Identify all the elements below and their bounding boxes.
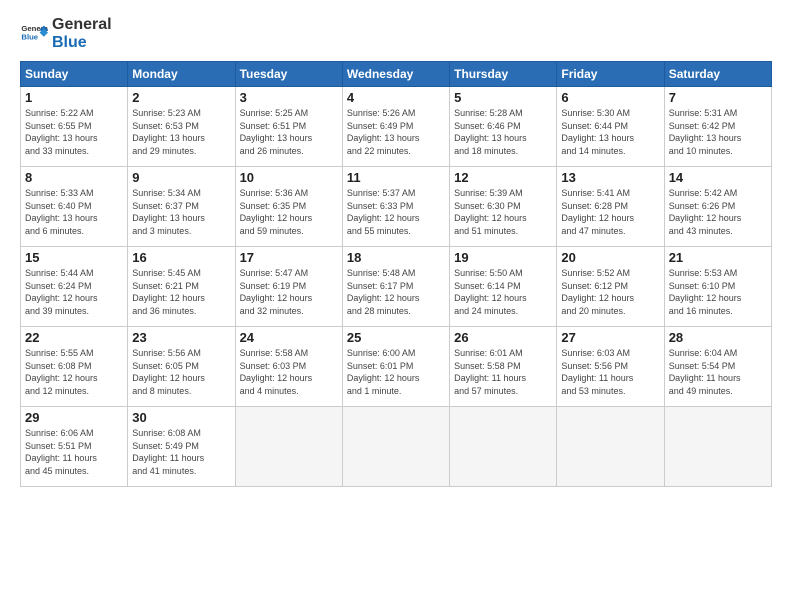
- calendar-day-4: 4Sunrise: 5:26 AMSunset: 6:49 PMDaylight…: [342, 87, 449, 167]
- calendar-day-3: 3Sunrise: 5:25 AMSunset: 6:51 PMDaylight…: [235, 87, 342, 167]
- header-tuesday: Tuesday: [235, 62, 342, 87]
- header: General Blue General Blue: [20, 16, 772, 51]
- calendar-day-18: 18Sunrise: 5:48 AMSunset: 6:17 PMDayligh…: [342, 247, 449, 327]
- header-saturday: Saturday: [664, 62, 771, 87]
- calendar-day-12: 12Sunrise: 5:39 AMSunset: 6:30 PMDayligh…: [450, 167, 557, 247]
- calendar-day-8: 8Sunrise: 5:33 AMSunset: 6:40 PMDaylight…: [21, 167, 128, 247]
- calendar-day-26: 26Sunrise: 6:01 AMSunset: 5:58 PMDayligh…: [450, 327, 557, 407]
- calendar-day-28: 28Sunrise: 6:04 AMSunset: 5:54 PMDayligh…: [664, 327, 771, 407]
- calendar-empty: [557, 407, 664, 487]
- weekday-header-row: Sunday Monday Tuesday Wednesday Thursday…: [21, 62, 772, 87]
- calendar-table: Sunday Monday Tuesday Wednesday Thursday…: [20, 61, 772, 487]
- calendar-day-21: 21Sunrise: 5:53 AMSunset: 6:10 PMDayligh…: [664, 247, 771, 327]
- logo-wordmark: General Blue: [52, 16, 112, 51]
- calendar-week-2: 8Sunrise: 5:33 AMSunset: 6:40 PMDaylight…: [21, 167, 772, 247]
- calendar-day-19: 19Sunrise: 5:50 AMSunset: 6:14 PMDayligh…: [450, 247, 557, 327]
- logo-general: General: [52, 16, 112, 34]
- calendar-day-16: 16Sunrise: 5:45 AMSunset: 6:21 PMDayligh…: [128, 247, 235, 327]
- calendar-day-2: 2Sunrise: 5:23 AMSunset: 6:53 PMDaylight…: [128, 87, 235, 167]
- calendar-day-30: 30Sunrise: 6:08 AMSunset: 5:49 PMDayligh…: [128, 407, 235, 487]
- calendar-week-5: 29Sunrise: 6:06 AMSunset: 5:51 PMDayligh…: [21, 407, 772, 487]
- calendar-day-20: 20Sunrise: 5:52 AMSunset: 6:12 PMDayligh…: [557, 247, 664, 327]
- header-friday: Friday: [557, 62, 664, 87]
- calendar-day-6: 6Sunrise: 5:30 AMSunset: 6:44 PMDaylight…: [557, 87, 664, 167]
- calendar-empty: [235, 407, 342, 487]
- calendar-day-5: 5Sunrise: 5:28 AMSunset: 6:46 PMDaylight…: [450, 87, 557, 167]
- header-thursday: Thursday: [450, 62, 557, 87]
- calendar-week-4: 22Sunrise: 5:55 AMSunset: 6:08 PMDayligh…: [21, 327, 772, 407]
- calendar-empty: [450, 407, 557, 487]
- logo: General Blue General Blue: [20, 16, 112, 51]
- calendar-day-15: 15Sunrise: 5:44 AMSunset: 6:24 PMDayligh…: [21, 247, 128, 327]
- calendar-day-24: 24Sunrise: 5:58 AMSunset: 6:03 PMDayligh…: [235, 327, 342, 407]
- svg-text:Blue: Blue: [21, 32, 38, 41]
- calendar-week-3: 15Sunrise: 5:44 AMSunset: 6:24 PMDayligh…: [21, 247, 772, 327]
- calendar-day-17: 17Sunrise: 5:47 AMSunset: 6:19 PMDayligh…: [235, 247, 342, 327]
- calendar-day-13: 13Sunrise: 5:41 AMSunset: 6:28 PMDayligh…: [557, 167, 664, 247]
- calendar-day-27: 27Sunrise: 6:03 AMSunset: 5:56 PMDayligh…: [557, 327, 664, 407]
- header-wednesday: Wednesday: [342, 62, 449, 87]
- header-sunday: Sunday: [21, 62, 128, 87]
- main-container: General Blue General Blue Sunday Monday …: [0, 0, 792, 497]
- calendar-day-7: 7Sunrise: 5:31 AMSunset: 6:42 PMDaylight…: [664, 87, 771, 167]
- calendar-day-23: 23Sunrise: 5:56 AMSunset: 6:05 PMDayligh…: [128, 327, 235, 407]
- calendar-day-9: 9Sunrise: 5:34 AMSunset: 6:37 PMDaylight…: [128, 167, 235, 247]
- calendar-day-10: 10Sunrise: 5:36 AMSunset: 6:35 PMDayligh…: [235, 167, 342, 247]
- header-monday: Monday: [128, 62, 235, 87]
- logo-icon: General Blue: [20, 20, 48, 48]
- logo-blue: Blue: [52, 34, 112, 52]
- calendar-day-1: 1Sunrise: 5:22 AMSunset: 6:55 PMDaylight…: [21, 87, 128, 167]
- calendar-day-29: 29Sunrise: 6:06 AMSunset: 5:51 PMDayligh…: [21, 407, 128, 487]
- calendar-day-11: 11Sunrise: 5:37 AMSunset: 6:33 PMDayligh…: [342, 167, 449, 247]
- calendar-day-14: 14Sunrise: 5:42 AMSunset: 6:26 PMDayligh…: [664, 167, 771, 247]
- calendar-empty: [664, 407, 771, 487]
- calendar-day-22: 22Sunrise: 5:55 AMSunset: 6:08 PMDayligh…: [21, 327, 128, 407]
- calendar-empty: [342, 407, 449, 487]
- calendar-day-25: 25Sunrise: 6:00 AMSunset: 6:01 PMDayligh…: [342, 327, 449, 407]
- calendar-week-1: 1Sunrise: 5:22 AMSunset: 6:55 PMDaylight…: [21, 87, 772, 167]
